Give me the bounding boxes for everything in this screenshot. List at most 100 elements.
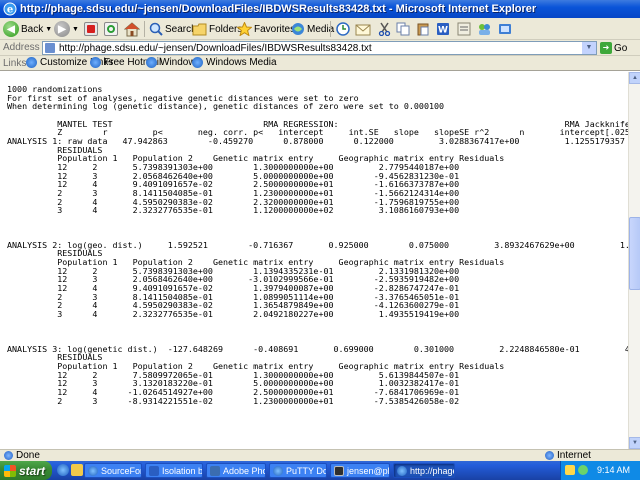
links-label: Links	[3, 58, 27, 69]
address-bar: Address http://phage.sdsu.edu/~jensen/Do…	[0, 40, 640, 56]
links-bar: Links Customize Links Free Hotmail Windo…	[0, 56, 640, 71]
task-label: PuTTY Downl...	[286, 465, 327, 476]
favorites-button[interactable]: Favorites	[237, 20, 295, 38]
clock: 9:14 AM	[597, 465, 631, 475]
quicklaunch-ie-icon[interactable]	[57, 464, 69, 476]
windows-logo-icon	[4, 464, 16, 477]
scroll-thumb[interactable]	[629, 217, 640, 290]
terminal-task-icon	[334, 465, 344, 476]
system-tray: 9:14 AM	[560, 461, 640, 480]
search-button[interactable]: Search	[149, 20, 197, 38]
plain-text-document: 1000 randomizations For first set of ana…	[0, 72, 628, 405]
back-dropdown-icon[interactable]: ▼	[45, 26, 52, 33]
folders-button[interactable]: Folders	[192, 20, 242, 38]
task-label: http://phage...	[410, 465, 454, 476]
start-button[interactable]: start	[0, 461, 52, 480]
copy-button[interactable]	[396, 20, 411, 38]
document-line: 3 4 2.3232776535e-01 1.1200000000e+02 3.…	[7, 205, 460, 216]
internet-explorer-icon: e	[3, 2, 17, 16]
messenger-button[interactable]	[477, 20, 492, 38]
favorites-star-icon	[237, 22, 252, 36]
status-text: Done	[16, 450, 40, 461]
taskbar-item-adobe-photoshop[interactable]: Adobe Photo...	[206, 463, 266, 478]
page-content[interactable]: 1000 randomizations For first set of ana…	[0, 72, 628, 449]
task-label: Adobe Photo...	[223, 465, 265, 476]
scissors-icon	[378, 22, 391, 36]
title-bar[interactable]: e http://phage.sdsu.edu/~jensen/Download…	[0, 0, 640, 18]
back-button[interactable]: ◀ Back ▼	[3, 20, 52, 38]
stop-icon	[84, 22, 98, 36]
refresh-icon	[104, 22, 118, 36]
window-title: http://phage.sdsu.edu/~jensen/DownloadFi…	[20, 3, 537, 15]
tray-app-icon[interactable]	[565, 465, 575, 475]
cut-button[interactable]	[378, 20, 391, 38]
taskbar-item-phage-ie[interactable]: http://phage...	[393, 463, 455, 478]
taskbar-item-isolation[interactable]: Isolation by ...	[145, 463, 203, 478]
address-label: Address	[3, 42, 40, 53]
mail-icon	[355, 24, 371, 35]
refresh-button[interactable]	[104, 20, 118, 38]
messenger-icon	[479, 24, 490, 35]
research-button[interactable]	[498, 20, 513, 38]
svg-text:e: e	[7, 5, 13, 16]
research-icon	[499, 24, 511, 34]
scroll-up-button[interactable]: ▲	[629, 72, 640, 84]
ie-task-icon	[397, 465, 407, 476]
ie-link-icon	[192, 57, 203, 68]
toolbar-separator	[144, 21, 145, 37]
standard-toolbar: ◀ Back ▼ ▶ ▼ Search Folders Favorites Me…	[0, 18, 640, 40]
status-bar: Done Internet	[0, 449, 640, 461]
svg-text:W: W	[438, 26, 448, 36]
link-windows-media[interactable]: Windows Media	[192, 57, 277, 68]
taskbar-item-sourceforge[interactable]: SourceForge...	[84, 463, 142, 478]
page-icon	[45, 43, 55, 53]
discuss-icon	[457, 22, 471, 36]
paste-button[interactable]	[416, 20, 430, 38]
media-button[interactable]: Media	[291, 20, 334, 38]
task-label: Isolation by ...	[162, 465, 203, 476]
document-line: 3 4 2.3232776535e-01 2.0492180227e+00 1.…	[7, 309, 460, 320]
status-text-area: Done	[4, 450, 40, 461]
tray-network-icon[interactable]	[578, 465, 588, 475]
word-task-icon	[149, 465, 159, 476]
quicklaunch-desktop-icon[interactable]	[71, 464, 83, 476]
back-arrow-icon: ◀	[3, 21, 19, 37]
ie-link-icon	[146, 57, 157, 68]
internet-zone-icon	[545, 451, 554, 460]
favorites-label: Favorites	[254, 23, 296, 35]
document-line: 2 3 -8.9314221551e-02 1.2300000000e+01 -…	[7, 395, 460, 406]
forward-button[interactable]: ▶ ▼	[54, 20, 79, 38]
page-done-icon	[4, 451, 13, 460]
scroll-down-button[interactable]: ▼	[629, 437, 640, 449]
start-label: start	[19, 463, 46, 478]
go-label: Go	[614, 42, 628, 54]
home-button[interactable]	[124, 20, 140, 38]
security-zone: Internet	[545, 450, 591, 461]
go-arrow-icon: ➜	[600, 42, 612, 54]
word-edit-icon: W	[437, 23, 449, 36]
taskbar-item-jensen-terminal[interactable]: jensen@pha...	[330, 463, 390, 478]
ie-link-icon	[26, 57, 37, 68]
folder-icon	[192, 23, 207, 35]
ie-task-icon	[273, 465, 283, 476]
address-dropdown-icon[interactable]: ▼	[582, 42, 596, 54]
discuss-button[interactable]	[457, 20, 472, 38]
taskbar-item-putty-download[interactable]: PuTTY Downl...	[269, 463, 327, 478]
vertical-scrollbar[interactable]: ▲ ▼	[628, 72, 640, 449]
edit-button[interactable]: W	[436, 20, 451, 38]
back-label: Back	[21, 23, 44, 35]
stop-button[interactable]	[84, 20, 98, 38]
toolbar-separator	[330, 21, 331, 37]
mail-button[interactable]	[355, 20, 371, 38]
zone-label: Internet	[557, 450, 591, 461]
task-label: SourceForge...	[101, 465, 141, 476]
search-icon	[149, 22, 163, 36]
address-url[interactable]: http://phage.sdsu.edu/~jensen/DownloadFi…	[59, 42, 372, 55]
ie-task-icon	[88, 465, 98, 476]
address-input[interactable]: http://phage.sdsu.edu/~jensen/DownloadFi…	[42, 41, 597, 55]
go-button[interactable]: ➜ Go	[600, 42, 627, 54]
history-button[interactable]	[336, 20, 350, 38]
home-icon	[124, 21, 140, 36]
forward-dropdown-icon[interactable]: ▼	[72, 26, 79, 33]
copy-icon	[396, 22, 410, 36]
